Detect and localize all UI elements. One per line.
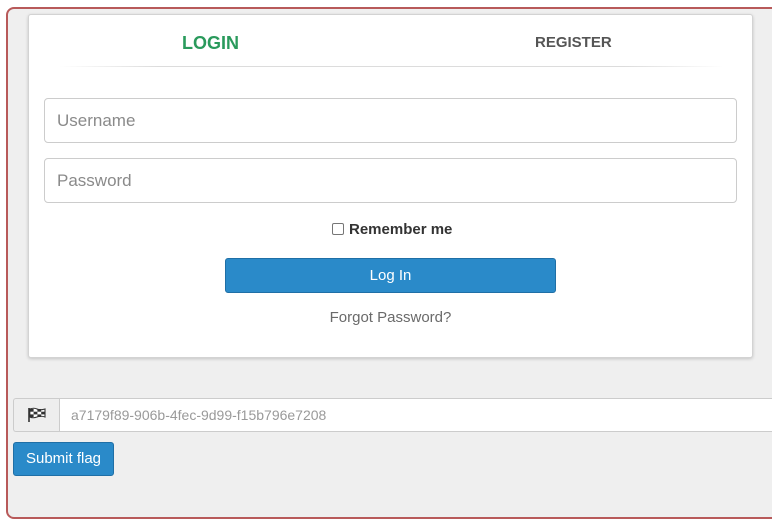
submit-flag-button[interactable]: Submit flag <box>13 442 114 476</box>
login-button[interactable]: Log In <box>225 258 556 293</box>
password-input[interactable] <box>44 158 737 203</box>
login-card: LOGIN REGISTER Remember me Log In Forgot… <box>28 14 753 358</box>
tab-divider <box>59 66 724 67</box>
username-input[interactable] <box>44 98 737 143</box>
remember-checkbox[interactable] <box>332 223 344 235</box>
remember-label: Remember me <box>349 220 453 238</box>
tab-login[interactable]: LOGIN <box>182 33 239 54</box>
flag-input-group <box>13 398 772 432</box>
forgot-password-link[interactable]: Forgot Password? <box>29 309 752 326</box>
tab-register[interactable]: REGISTER <box>535 34 612 51</box>
flag-input[interactable] <box>59 398 772 432</box>
remember-me[interactable]: Remember me <box>332 220 452 238</box>
checkered-flag-icon <box>13 398 59 432</box>
